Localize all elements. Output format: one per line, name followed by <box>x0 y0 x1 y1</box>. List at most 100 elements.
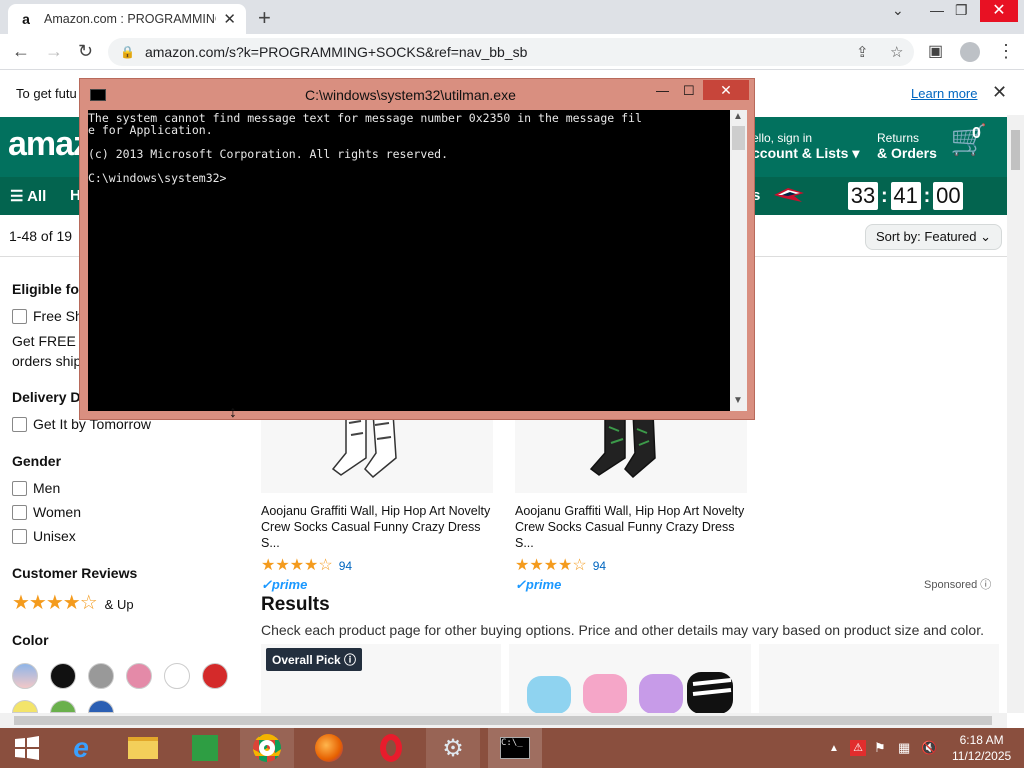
all-menu-button[interactable]: ☰ All <box>10 187 46 205</box>
windows-logo-icon <box>15 736 39 760</box>
minimize-button[interactable]: — <box>930 2 944 18</box>
store-taskbar-icon[interactable] <box>178 728 232 768</box>
firefox-taskbar-icon[interactable] <box>302 728 356 768</box>
cmd-maximize-button[interactable]: ☐ <box>683 83 695 99</box>
share-icon[interactable]: ⇪ <box>856 43 869 61</box>
page-horizontal-scrollbar[interactable] <box>0 713 1007 728</box>
cmd-scrollbar[interactable]: ▲ ▼ <box>730 110 747 411</box>
prime-badge: ✓prime <box>515 577 562 592</box>
countdown-minutes: 41 <box>890 182 921 210</box>
account-menu[interactable]: ello, sign in ccount & Lists ▾ <box>752 131 859 162</box>
amazon-favicon-icon: a <box>22 11 30 27</box>
profile-avatar-icon[interactable] <box>960 42 980 62</box>
countdown-timer: 33 : 41 : 00 <box>848 182 964 210</box>
ie-taskbar-icon[interactable]: e <box>54 728 108 768</box>
forward-button[interactable]: → <box>45 41 63 62</box>
scroll-down-icon[interactable]: ▼ <box>733 395 743 406</box>
overall-pick-badge: Overall Pick ⓘ <box>266 648 363 671</box>
reload-button[interactable]: ↻ <box>78 41 93 62</box>
browser-toolbar: ← → ↻ 🔒 amazon.com/s?k=PROGRAMMING+SOCKS… <box>0 34 1024 70</box>
console-line: (c) 2013 Microsoft Corporation. All righ… <box>88 147 449 161</box>
patriots-logo-icon <box>774 188 804 202</box>
product-title[interactable]: Aoojanu Graffiti Wall, Hip Hop Art Novel… <box>261 503 493 551</box>
product-rating[interactable]: ★★★★☆ 94 <box>515 555 747 575</box>
resize-cursor-icon: ↕ <box>229 404 237 421</box>
cmd-minimize-button[interactable]: — <box>656 83 669 98</box>
gender-heading: Gender <box>12 453 62 469</box>
color-swatch-blue[interactable] <box>88 700 114 713</box>
color-swatch-black[interactable] <box>50 663 76 689</box>
cmd-window[interactable]: C:\windows\system32\utilman.exe — ☐ ✕ Th… <box>79 78 755 420</box>
orders-label: & Orders <box>877 145 937 161</box>
color-swatch-red[interactable] <box>202 663 228 689</box>
product-card[interactable]: Aoojanu Graffiti Wall, Hip Hop Art Novel… <box>261 412 493 593</box>
color-swatch-green[interactable] <box>50 700 76 713</box>
browser-tab-amazon[interactable]: a Amazon.com : PROGRAMMING S ✕ <box>8 4 246 34</box>
gender-unisex-checkbox[interactable]: Unisex <box>12 528 76 544</box>
action-center-flag-icon[interactable]: ⚑ <box>874 740 886 756</box>
result-card[interactable] <box>759 644 999 714</box>
page-vertical-scrollbar[interactable] <box>1007 115 1024 713</box>
opera-taskbar-icon[interactable] <box>364 728 418 768</box>
product-card[interactable]: Aoojanu Graffiti Wall, Hip Hop Art Novel… <box>515 412 747 593</box>
color-swatch-white[interactable] <box>164 663 190 689</box>
color-heading: Color <box>12 632 49 648</box>
volume-muted-icon[interactable]: 🔇 <box>921 740 937 756</box>
four-stars-filter[interactable]: ★★★★☆ & Up <box>12 590 134 615</box>
url-text: amazon.com/s?k=PROGRAMMING+SOCKS&ref=nav… <box>144 44 528 60</box>
gender-women-checkbox[interactable]: Women <box>12 504 81 520</box>
account-greeting: ello, sign in <box>752 131 813 145</box>
free-shipping-note2: orders ship <box>12 353 82 369</box>
amazon-logo[interactable]: amaz <box>8 125 90 164</box>
restore-button[interactable]: ❐ <box>955 2 968 19</box>
cmd-console[interactable]: The system cannot find message text for … <box>88 110 730 411</box>
file-explorer-taskbar-icon[interactable] <box>116 728 170 768</box>
gender-men-checkbox[interactable]: Men <box>12 480 60 496</box>
color-swatch-pink[interactable] <box>126 663 152 689</box>
start-button[interactable] <box>0 728 54 768</box>
product-title[interactable]: Aoojanu Graffiti Wall, Hip Hop Art Novel… <box>515 503 747 551</box>
color-swatch-yellow[interactable] <box>12 700 38 713</box>
countdown-hours: 33 <box>848 182 878 210</box>
product-image[interactable] <box>261 412 493 493</box>
result-card[interactable] <box>509 644 751 714</box>
network-tray-icon[interactable]: ▦ <box>898 740 910 756</box>
address-bar[interactable]: 🔒 amazon.com/s?k=PROGRAMMING+SOCKS&ref=n… <box>108 38 914 66</box>
returns-orders-link[interactable]: Returns & Orders <box>877 131 937 161</box>
cart-icon[interactable]: 🛒 0 <box>950 123 987 158</box>
color-swatch-grey[interactable] <box>88 663 114 689</box>
learn-more-link[interactable]: Learn more <box>911 86 977 101</box>
chrome-taskbar-icon[interactable] <box>240 728 294 768</box>
tab-search-icon[interactable]: ⌄ <box>892 2 904 19</box>
prime-badge: ✓prime <box>261 577 308 592</box>
results-heading: Results <box>261 594 330 615</box>
returns-label: Returns <box>877 131 920 145</box>
color-swatch-multi[interactable] <box>12 663 38 689</box>
reviews-heading: Customer Reviews <box>12 565 138 581</box>
close-window-button[interactable]: ✕ <box>980 0 1018 22</box>
console-prompt: C:\windows\system32> <box>88 171 227 185</box>
system-clock[interactable]: 6:18 AM 11/12/2025 <box>952 732 1011 764</box>
product-rating[interactable]: ★★★★☆ 94 <box>261 555 493 575</box>
countdown-seconds: 00 <box>933 182 964 210</box>
product-image[interactable] <box>515 412 747 493</box>
cmd-titlebar[interactable]: C:\windows\system32\utilman.exe — ☐ ✕ <box>80 79 754 109</box>
scroll-up-icon[interactable]: ▲ <box>733 111 743 122</box>
back-button[interactable]: ← <box>12 41 30 62</box>
network-tool-taskbar-icon[interactable]: ⚙ <box>426 728 480 768</box>
sponsored-label[interactable]: Sponsored ⓘ <box>924 576 991 592</box>
new-tab-button[interactable]: + <box>258 5 271 31</box>
results-subtitle: Check each product page for other buying… <box>261 622 984 638</box>
notice-close-icon[interactable]: ✕ <box>992 82 1007 103</box>
antivirus-tray-icon[interactable]: ⚠ <box>850 740 866 756</box>
show-hidden-icons[interactable]: ▲ <box>829 743 839 754</box>
tab-close-icon[interactable]: ✕ <box>223 10 236 28</box>
cart-count: 0 <box>972 125 981 142</box>
cmd-taskbar-icon[interactable]: C:\_ <box>488 728 542 768</box>
browser-menu-icon[interactable]: ⋮ <box>997 41 1015 62</box>
side-panel-icon[interactable]: ▣ <box>928 41 943 61</box>
bookmark-star-icon[interactable]: ☆ <box>890 43 903 61</box>
cmd-close-button[interactable]: ✕ <box>703 80 749 100</box>
sort-dropdown[interactable]: Sort by: Featured ⌄ <box>865 224 1002 250</box>
free-shipping-checkbox[interactable]: Free Sh <box>12 308 83 324</box>
